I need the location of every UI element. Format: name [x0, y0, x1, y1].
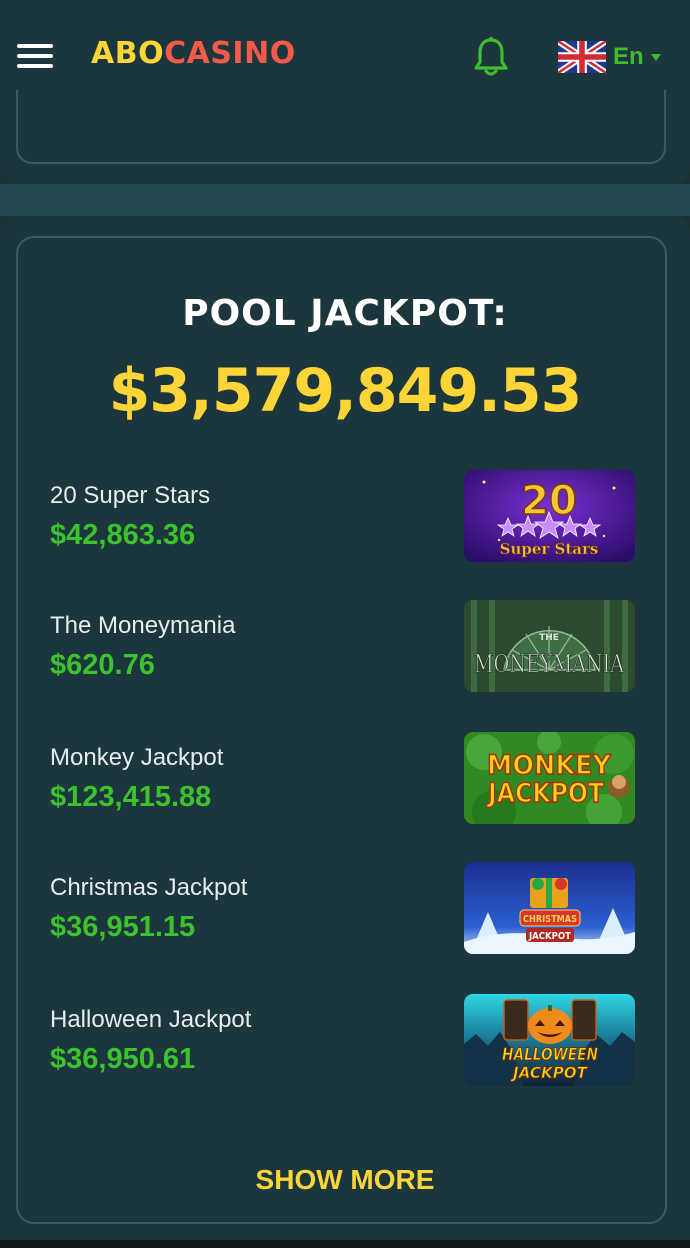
jackpot-game-item[interactable]: Halloween Jackpot $36,950.61 HALLOWEEN J… — [50, 994, 635, 1086]
game-name: 20 Super Stars — [50, 482, 211, 509]
game-thumbnail-monkey-jackpot[interactable]: MONKEY JACKPOT — [464, 732, 635, 824]
jackpot-game-item[interactable]: Monkey Jackpot $123,415.88 MONKEY JACKPO… — [50, 732, 635, 824]
thumb-title: HALLOWEEN — [502, 1045, 598, 1065]
game-thumbnail-christmas-jackpot[interactable]: CHRISTMAS JACKPOT — [464, 862, 635, 954]
game-name: Monkey Jackpot — [50, 744, 224, 771]
thumb-title: CHRISTMAS — [523, 914, 577, 925]
thumb-subtitle: JACKPOT — [528, 931, 571, 942]
language-selector[interactable]: En — [558, 40, 661, 74]
game-jackpot-amount: $123,415.88 — [50, 781, 212, 813]
bottom-edge — [0, 1240, 690, 1248]
hamburger-menu-icon[interactable] — [17, 42, 53, 70]
bell-icon[interactable] — [472, 36, 510, 78]
pool-jackpot-amount: $3,579,849.53 — [108, 356, 583, 426]
thumb-subtitle: Super Stars — [500, 540, 599, 558]
logo[interactable]: ABOCASINO — [91, 36, 296, 71]
section-divider — [0, 184, 690, 216]
game-name: Christmas Jackpot — [50, 874, 248, 901]
pool-jackpot-title: POOL JACKPOT: — [182, 293, 508, 334]
chevron-down-icon — [650, 53, 661, 61]
logo-text-abo: ABO — [91, 36, 165, 71]
logo-text-casino: CASINO — [164, 36, 296, 71]
game-jackpot-amount: $36,951.15 — [50, 911, 196, 943]
thumb-title: MONKEY — [487, 750, 611, 781]
previous-card — [16, 90, 666, 164]
game-thumbnail-moneymania[interactable]: THE MONEYMANIA — [464, 600, 635, 692]
jackpot-game-item[interactable]: The Moneymania $620.76 THE MONEYMANIA — [50, 600, 635, 692]
game-thumbnail-20-super-stars[interactable]: 20 Super Stars — [464, 470, 635, 562]
game-jackpot-amount: $36,950.61 — [50, 1043, 196, 1075]
thumb-subtitle: JACKPOT — [486, 778, 604, 809]
thumb-title: MONEYMANIA — [474, 650, 625, 678]
game-thumbnail-halloween-jackpot[interactable]: HALLOWEEN JACKPOT — [464, 994, 635, 1086]
game-jackpot-amount: $620.76 — [50, 649, 155, 681]
show-more-button[interactable]: SHOW MORE — [0, 1162, 690, 1198]
thumb-subtitle: THE — [539, 633, 559, 643]
game-name: The Moneymania — [50, 612, 236, 639]
uk-flag-icon — [558, 41, 606, 73]
jackpot-game-item[interactable]: Christmas Jackpot $36,951.15 CHRISTMAS J… — [50, 862, 635, 954]
language-code: En — [613, 43, 644, 70]
game-name: Halloween Jackpot — [50, 1006, 252, 1033]
jackpot-game-item[interactable]: 20 Super Stars $42,863.36 20 Super Stars — [50, 470, 635, 562]
thumb-subtitle: JACKPOT — [510, 1063, 588, 1082]
game-jackpot-amount: $42,863.36 — [50, 519, 196, 551]
